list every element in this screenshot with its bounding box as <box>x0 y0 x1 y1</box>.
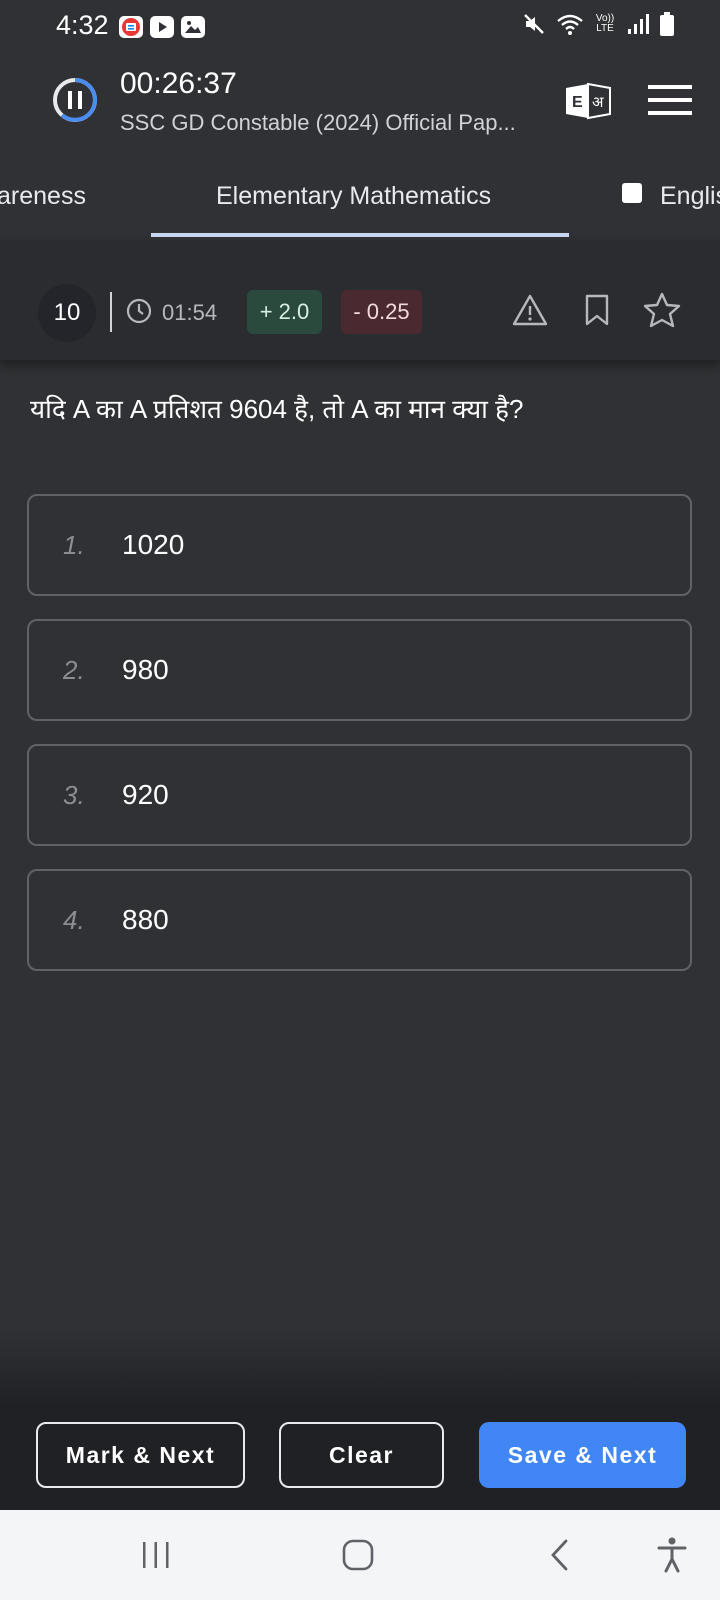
accessibility-icon[interactable] <box>656 1536 688 1574</box>
mute-icon <box>524 14 544 34</box>
star-button[interactable] <box>643 292 681 333</box>
report-button[interactable] <box>512 293 548 332</box>
app-notification-icon <box>119 16 143 38</box>
option-value: 1020 <box>122 529 185 560</box>
gallery-icon <box>181 16 205 38</box>
status-time: 4:32 <box>56 10 109 40</box>
youtube-icon <box>150 16 174 38</box>
option-1[interactable]: 1. 1020 <box>27 494 692 596</box>
battery-icon <box>660 12 674 36</box>
pause-icon <box>53 78 98 122</box>
clear-button[interactable]: Clear <box>279 1422 444 1488</box>
tab-elementary-mathematics[interactable]: Elementary Mathematics <box>216 182 491 211</box>
option-index: 1. <box>63 530 85 560</box>
divider <box>110 292 112 332</box>
option-2[interactable]: 2. 980 <box>27 619 692 721</box>
option-value: 880 <box>122 904 169 935</box>
english-section-checkbox[interactable] <box>622 183 642 203</box>
negative-marks-badge: - 0.25 <box>341 290 422 334</box>
tab-english[interactable]: Englis <box>660 182 720 211</box>
language-toggle-button[interactable]: E अ <box>564 82 612 125</box>
option-value: 920 <box>122 779 169 810</box>
pause-button[interactable] <box>52 77 98 123</box>
menu-button[interactable] <box>648 84 692 121</box>
wifi-icon <box>557 14 583 35</box>
system-navigation-bar <box>0 1510 720 1600</box>
active-tab-indicator <box>151 233 569 237</box>
option-value: 980 <box>122 654 169 685</box>
bookmark-icon <box>585 294 609 326</box>
option-index: 4. <box>63 905 85 935</box>
clock-icon <box>126 298 152 329</box>
test-timer: 00:26:37 <box>120 67 237 100</box>
save-next-button[interactable]: Save & Next <box>479 1422 686 1488</box>
option-index: 3. <box>63 780 85 810</box>
section-tabs: areness Elementary Mathematics Englis <box>0 160 720 242</box>
question-time-spent: 01:54 <box>162 300 218 325</box>
lang-letter-e: E <box>572 94 583 111</box>
signal-icon <box>628 14 649 34</box>
option-index: 2. <box>63 655 85 685</box>
question-text: यदि A का A प्रतिशत 9604 है, तो A का मान … <box>30 394 524 424</box>
hamburger-menu-icon <box>648 85 692 115</box>
star-icon <box>643 292 681 328</box>
status-right-icons: Vo)) LTE <box>522 12 674 36</box>
back-icon[interactable] <box>548 1538 570 1572</box>
test-title: SSC GD Constable (2024) Official Pap... <box>120 110 516 135</box>
option-4[interactable]: 4. 880 <box>27 869 692 971</box>
mark-next-button[interactable]: Mark & Next <box>36 1422 245 1488</box>
option-3[interactable]: 3. 920 <box>27 744 692 846</box>
footer-fade <box>0 1330 720 1410</box>
bookmark-button[interactable] <box>584 294 610 331</box>
positive-marks-badge: + 2.0 <box>247 290 322 334</box>
tab-general-awareness[interactable]: areness <box>0 182 86 211</box>
warning-icon <box>512 294 548 326</box>
home-icon[interactable] <box>341 1538 375 1572</box>
lang-letter-hindi: अ <box>592 93 604 111</box>
language-toggle-icon: E अ <box>566 82 611 120</box>
recent-apps-icon[interactable] <box>140 1540 172 1570</box>
network-label: Vo)) LTE <box>595 13 615 34</box>
question-number: 10 <box>38 284 96 342</box>
